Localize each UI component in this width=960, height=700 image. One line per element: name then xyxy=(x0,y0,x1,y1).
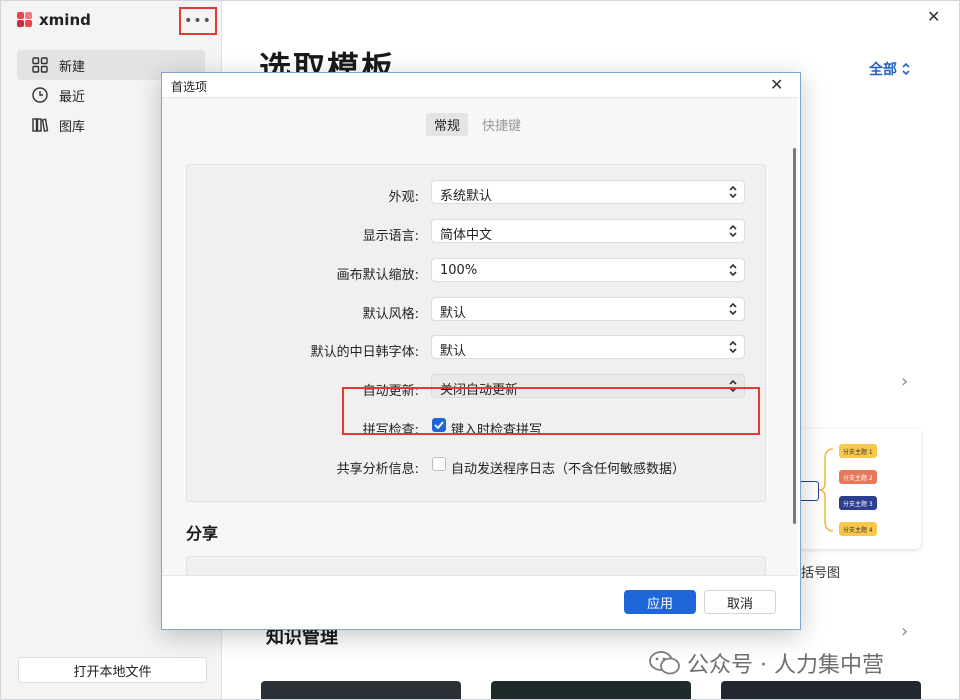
setting-label: 共享分析信息: xyxy=(336,462,419,477)
bracket-icon xyxy=(819,448,834,532)
share-heading: 分享 xyxy=(186,524,219,543)
dialog-footer: 应用 取消 xyxy=(162,575,798,628)
apply-button[interactable]: 应用 xyxy=(624,590,696,614)
setting-label: 默认风格: xyxy=(362,307,419,322)
cancel-button[interactable]: 取消 xyxy=(704,590,776,614)
clock-icon xyxy=(32,87,48,103)
chevron-right-icon[interactable]: › xyxy=(901,621,908,642)
setting-appearance: 外观: 系统默认 xyxy=(187,179,765,207)
setting-spellcheck: 拼写检查: 键入时检查拼写 xyxy=(187,412,765,440)
updown-chevron-icon xyxy=(902,62,910,76)
setting-analytics: 共享分析信息: 自动发送程序日志（不含任何敏感数据） xyxy=(187,451,765,479)
appearance-select[interactable]: 系统默认 xyxy=(431,180,745,204)
tab-shortcuts[interactable]: 快捷键 xyxy=(474,113,529,136)
updown-chevron-icon xyxy=(729,224,737,238)
auto-update-select[interactable]: 关闭自动更新 xyxy=(431,374,745,398)
dialog-title: 首选项 xyxy=(171,80,208,94)
setting-label: 显示语言: xyxy=(362,229,419,244)
grid-icon xyxy=(32,57,48,73)
brand: xmind xyxy=(17,11,91,29)
sidebar-item-label: 图库 xyxy=(59,119,86,135)
setting-label: 外观: xyxy=(388,190,419,205)
spellcheck-checkbox[interactable] xyxy=(432,418,446,432)
watermark: 公众号 · 人力集中营 xyxy=(649,647,884,679)
dialog-body: 常规 快捷键 外观: 系统默认 显示语言: 简体中文 画布默认缩放: 100% … xyxy=(162,97,798,576)
checkbox-label: 自动发送程序日志（不含任何敏感数据） xyxy=(451,462,686,477)
setting-label: 画布默认缩放: xyxy=(336,268,419,283)
more-options-button[interactable]: ••• xyxy=(179,7,217,35)
select-value: 默认 xyxy=(440,344,467,359)
filter-label: 全部 xyxy=(869,62,897,78)
template-thumbnail[interactable] xyxy=(261,681,461,699)
sidebar-item-label: 新建 xyxy=(59,59,86,75)
general-settings-panel: 外观: 系统默认 显示语言: 简体中文 画布默认缩放: 100% 默认风格: 默… xyxy=(186,164,766,502)
xmind-logo-icon xyxy=(17,12,33,28)
updown-chevron-icon xyxy=(729,185,737,199)
template-pill: 分支主题 4 xyxy=(839,522,877,536)
select-value: 100% xyxy=(440,263,478,278)
zoom-select[interactable]: 100% xyxy=(431,258,745,282)
watermark-text: 公众号 · 人力集中营 xyxy=(687,653,884,678)
setting-label: 默认的中日韩字体: xyxy=(310,345,419,360)
setting-language: 显示语言: 简体中文 xyxy=(187,218,765,246)
analytics-checkbox[interactable] xyxy=(432,457,446,471)
app-window: xmind ••• 新建 最近 图库 打开本地文件 选取模板 ✕ 全部 › 分支… xyxy=(0,0,960,700)
preferences-dialog: 首选项 ✕ 常规 快捷键 外观: 系统默认 显示语言: 简体中文 画布默认缩放:… xyxy=(161,72,801,630)
setting-auto-update: 自动更新: 关闭自动更新 xyxy=(187,373,765,401)
template-card-bracket[interactable]: 分支主题 1 分支主题 2 分支主题 3 分支主题 4 xyxy=(791,429,921,549)
brand-name: xmind xyxy=(39,11,91,29)
setting-zoom: 画布默认缩放: 100% xyxy=(187,257,765,285)
template-pill: 分支主题 3 xyxy=(839,496,877,510)
template-caption: 括号图 xyxy=(801,566,841,581)
updown-chevron-icon xyxy=(729,379,737,393)
setting-style: 默认风格: 默认 xyxy=(187,296,765,324)
setting-label: 自动更新: xyxy=(362,384,419,399)
style-select[interactable]: 默认 xyxy=(431,297,745,321)
checkmark-icon xyxy=(434,421,444,430)
library-icon xyxy=(32,118,49,133)
scrollbar[interactable] xyxy=(793,148,796,524)
select-value: 系统默认 xyxy=(440,189,493,204)
close-icon[interactable]: ✕ xyxy=(770,75,783,94)
tab-bar: 常规 快捷键 xyxy=(426,113,529,136)
open-local-file-button[interactable]: 打开本地文件 xyxy=(18,657,207,683)
updown-chevron-icon xyxy=(729,340,737,354)
updown-chevron-icon xyxy=(729,302,737,316)
tab-general[interactable]: 常规 xyxy=(426,113,469,136)
select-value: 简体中文 xyxy=(440,228,493,243)
setting-cjk-font: 默认的中日韩字体: 默认 xyxy=(187,334,765,362)
wechat-icon xyxy=(649,651,680,675)
checkbox-label: 键入时检查拼写 xyxy=(451,423,543,438)
template-thumbnail[interactable] xyxy=(721,681,921,699)
cjk-font-select[interactable]: 默认 xyxy=(431,335,745,359)
sidebar-item-label: 最近 xyxy=(59,89,86,105)
chevron-right-icon[interactable]: › xyxy=(901,371,908,392)
language-select[interactable]: 简体中文 xyxy=(431,219,745,243)
setting-label: 拼写检查: xyxy=(362,423,419,438)
select-value: 默认 xyxy=(440,306,467,321)
share-panel xyxy=(186,556,766,576)
template-pill: 分支主题 2 xyxy=(839,470,877,484)
template-pill: 分支主题 1 xyxy=(839,444,877,458)
select-value: 关闭自动更新 xyxy=(440,383,519,398)
close-icon[interactable]: ✕ xyxy=(927,7,940,26)
filter-dropdown[interactable]: 全部 xyxy=(869,59,911,79)
template-thumbnail[interactable] xyxy=(491,681,691,699)
updown-chevron-icon xyxy=(729,263,737,277)
